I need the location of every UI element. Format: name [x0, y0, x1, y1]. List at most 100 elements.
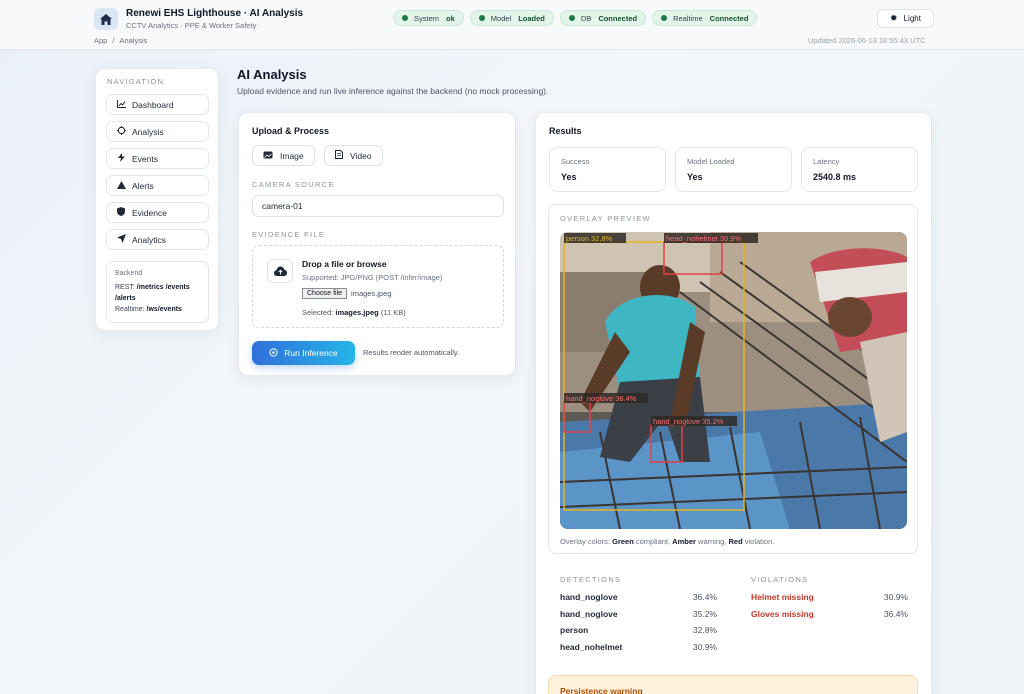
legend-prefix: Overlay colors: [560, 537, 611, 546]
status-dot-icon [568, 15, 575, 21]
pill-label: System [414, 13, 440, 23]
violation-value: 36.4% [883, 609, 908, 619]
overlay-legend: Overlay colors: Green compliant, Amber w… [560, 537, 774, 546]
detections-label: DETECTIONS [560, 575, 622, 584]
results-card: Results Success Yes Model Loaded Yes Lat… [535, 112, 932, 694]
status-pill-system: System ok [393, 10, 464, 26]
app-title: Renewi EHS Lighthouse · AI Analysis [126, 8, 304, 19]
realtime-value: /ws/events [146, 306, 182, 313]
top-bar: Renewi EHS Lighthouse · AI Analysis CCTV… [0, 0, 1024, 50]
sidebar-item-label: Alerts [132, 180, 154, 191]
sidebar-item-evidence[interactable]: Evidence [106, 202, 209, 223]
box-label-hand-noglove-2: hand_noglove 35.2% [653, 417, 724, 426]
theme-toggle-button[interactable]: ✹ Light [877, 9, 934, 28]
file-chooser: Choose file images.jpeg [302, 288, 391, 299]
detection-value: 30.9% [692, 642, 717, 652]
sidebar-item-label: Analysis [132, 126, 164, 137]
cloud-upload-icon [267, 259, 293, 283]
selected-file: Selected: images.jpeg (11 KB) [302, 308, 406, 317]
pill-label: DB [580, 13, 592, 23]
sidebar-item-analytics[interactable]: Analytics [106, 229, 209, 250]
sidebar-item-events[interactable]: Events [106, 148, 209, 169]
home-icon[interactable] [94, 8, 118, 30]
theme-label: Light [903, 14, 921, 23]
video-file-icon [335, 150, 343, 161]
status-dot-icon [402, 15, 408, 21]
stat-latency: Latency 2540.8 ms [801, 147, 918, 192]
violations-label: VIOLATIONS [751, 575, 809, 584]
stat-value: Yes [561, 172, 577, 182]
detection-value: 36.4% [692, 592, 717, 602]
sidebar-item-alerts[interactable]: Alerts [106, 175, 209, 196]
sun-icon: ✹ [890, 13, 898, 23]
stat-label: Model Loaded [687, 157, 735, 166]
backend-info: Backend REST: /metrics /events /alerts R… [106, 261, 209, 323]
detection-name: hand_noglove [560, 592, 618, 602]
camera-source-label: CAMERA SOURCE [252, 180, 335, 189]
annotated-frame-image: person 32.8% head_nohelmet 30.9% hand_no… [560, 232, 907, 529]
backend-title: Backend [115, 270, 143, 277]
pill-label: Model [490, 13, 512, 23]
selected-file-name: images.jpeg [335, 308, 379, 317]
camera-source-input[interactable]: camera-01 [252, 195, 504, 217]
realtime-label: Realtime: [115, 306, 145, 313]
sidebar-item-label: Events [132, 153, 158, 164]
sidebar-item-label: Evidence [132, 207, 167, 218]
box-label-head-nohelmet: head_nohelmet 30.9% [666, 234, 741, 243]
file-drop-zone[interactable]: Drop a file or browse Supported: JPG/PNG… [252, 245, 504, 328]
nav-title: NAVIGATION [107, 77, 165, 86]
run-hint: Results render automatically. [363, 348, 460, 357]
send-icon [116, 234, 126, 245]
updated-timestamp: Updated 2026-06-13 18:55:43 UTC [808, 36, 926, 45]
pill-value: Connected [598, 13, 638, 23]
choose-file-button[interactable]: Choose file [302, 288, 348, 299]
pill-label: Realtime [673, 13, 703, 23]
results-title: Results [549, 126, 582, 136]
violation-name: Helmet missing [751, 592, 814, 602]
stat-label: Latency [813, 157, 840, 166]
status-pills: System ok Model Loaded DB Connected Realtim… [393, 10, 758, 26]
detection-name: head_nohelmet [560, 642, 623, 652]
drop-supported: Supported: JPG/PNG (POST /infer/image) [302, 273, 443, 282]
sidebar: NAVIGATION Dashboard Analysis Events Ale… [95, 68, 219, 331]
bolt-icon [116, 153, 126, 164]
legend-green: Green [612, 537, 634, 546]
detection-value: 32.8% [692, 625, 717, 635]
sidebar-item-analysis[interactable]: Analysis [106, 121, 209, 142]
breadcrumb-app[interactable]: App [94, 36, 107, 45]
run-inference-button[interactable]: Run Inference [252, 341, 355, 365]
chosen-file-name: images.jpeg [351, 289, 392, 298]
mode-video-button[interactable]: Video [324, 145, 383, 166]
app-subtitle: CCTV Analytics · PPE & Worker Safety [126, 21, 257, 30]
play-target-icon [269, 347, 278, 359]
detection-value: 35.2% [692, 609, 717, 619]
stat-label: Success [561, 157, 590, 166]
violation-name: Gloves missing [751, 609, 814, 619]
stat-success: Success Yes [549, 147, 666, 192]
brand: Renewi EHS Lighthouse · AI Analysis CCTV… [94, 8, 303, 30]
detection-name: person [560, 625, 589, 635]
shield-icon [116, 207, 126, 218]
sidebar-item-dashboard[interactable]: Dashboard [106, 94, 209, 115]
target-icon [116, 126, 126, 137]
overlay-preview-card: OVERLAY PREVIEW person 32.8% head_nohelm… [548, 204, 918, 554]
pill-value: Loaded [518, 13, 545, 23]
box-label-person: person 32.8% [566, 234, 613, 243]
stat-value: Yes [687, 172, 703, 182]
selected-prefix: Selected: [302, 308, 334, 317]
mode-image-button[interactable]: Image [252, 145, 315, 166]
breadcrumb-analysis: Analysis [119, 36, 148, 45]
warning-icon [116, 180, 126, 191]
upload-card: Upload & Process Image Video CAMERA SOUR… [238, 112, 516, 376]
page-subtitle: Upload evidence and run live inference a… [237, 86, 549, 96]
selected-file-size: (11 KB) [380, 308, 406, 317]
persistence-warning: Persistence warning [548, 675, 918, 694]
run-inference-label: Run Inference [284, 348, 338, 358]
page-title: AI Analysis [237, 67, 307, 82]
drop-title: Drop a file or browse [302, 259, 387, 269]
status-dot-icon [478, 15, 485, 21]
legend-red: Red [728, 537, 743, 546]
status-dot-icon [661, 15, 668, 21]
status-pill-db: DB Connected [559, 10, 647, 26]
legend-amber: Amber [672, 537, 696, 546]
